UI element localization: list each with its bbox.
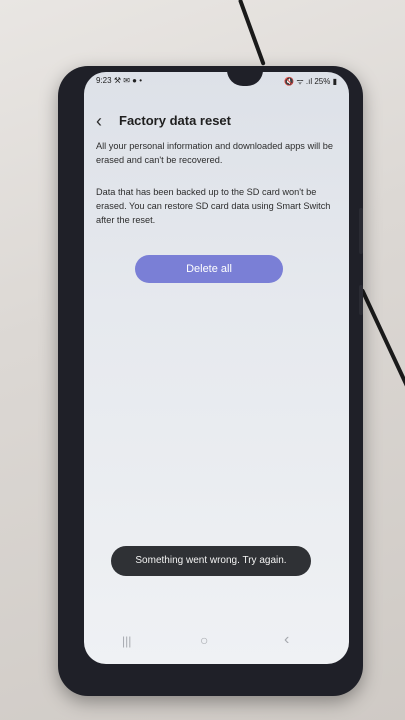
- recents-icon[interactable]: |||: [122, 634, 131, 648]
- page-title: Factory data reset: [119, 113, 231, 128]
- signal-icons: 🔇 ᯤ .ıl: [284, 77, 313, 86]
- home-icon[interactable]: ○: [200, 632, 208, 648]
- status-time: 9:23: [96, 76, 112, 85]
- cable-top: [238, 0, 266, 66]
- back-arrow-icon[interactable]: ‹: [96, 112, 102, 130]
- header: ‹ Factory data reset: [84, 110, 349, 134]
- phone-screen: 9:23 ⚒ ✉ ● • 🔇 ᯤ .ıl 25% ▮ ‹ Factory dat…: [84, 72, 349, 664]
- error-toast: Something went wrong. Try again.: [111, 546, 311, 576]
- notification-icons: ⚒ ✉ ● •: [113, 76, 142, 85]
- description-paragraph-2: Data that has been backed up to the SD c…: [96, 187, 331, 225]
- description-paragraph-1: All your personal information and downlo…: [96, 141, 333, 165]
- navigation-bar: ||| ○ ‹: [84, 631, 349, 654]
- side-button-volume[interactable]: [359, 208, 363, 254]
- cable-right: [360, 288, 405, 436]
- nav-back-icon[interactable]: ‹: [284, 631, 289, 649]
- battery-indicator: 25% ▮: [314, 77, 337, 86]
- side-button-power[interactable]: [359, 285, 363, 315]
- delete-all-button[interactable]: Delete all: [135, 255, 283, 283]
- status-bar: 9:23 ⚒ ✉ ● • 🔇 ᯤ .ıl 25% ▮: [84, 75, 349, 89]
